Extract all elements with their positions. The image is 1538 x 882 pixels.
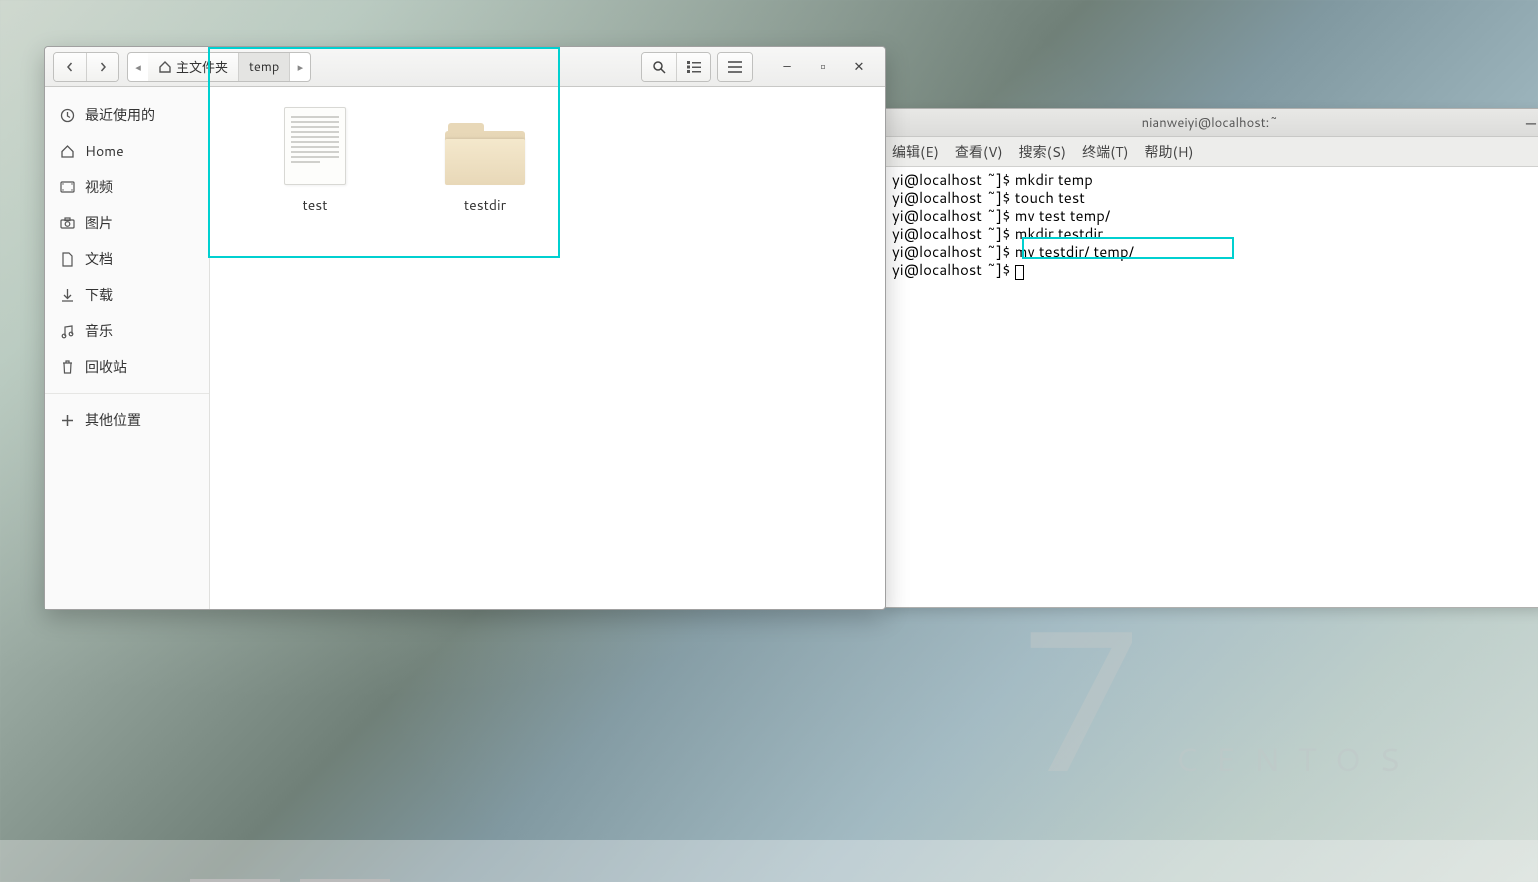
minimize-icon[interactable]: – (1526, 110, 1536, 136)
sidebar-item-trash[interactable]: 回收站 (45, 349, 209, 385)
terminal-titlebar[interactable]: nianweiyi@localhost:~ – (886, 109, 1538, 137)
menu-view[interactable]: 查看(V) (955, 142, 1003, 162)
sidebar-item-pictures[interactable]: 图片 (45, 205, 209, 241)
hamburger-button[interactable] (718, 53, 752, 81)
file-item-label: test (302, 195, 327, 215)
minimize-button[interactable]: – (769, 53, 805, 81)
file-manager-window[interactable]: ◂ 主文件夹 temp ▸ (44, 46, 886, 610)
file-item-test[interactable]: test (260, 107, 370, 215)
chevron-left-icon[interactable]: ◂ (128, 59, 148, 75)
sidebar-item-videos[interactable]: 视频 (45, 169, 209, 205)
sidebar-label: 图片 (85, 213, 113, 233)
sidebar-label: 下载 (85, 285, 113, 305)
breadcrumb-current-label: temp (249, 58, 279, 76)
sidebar-label: 最近使用的 (85, 105, 155, 125)
menu-help[interactable]: 帮助(H) (1145, 142, 1194, 162)
forward-button[interactable] (86, 53, 118, 81)
search-icon (652, 60, 666, 74)
download-icon (59, 287, 75, 303)
close-icon: ✕ (854, 58, 865, 76)
terminal-title: nianweiyi@localhost:~ (894, 114, 1526, 132)
list-view-icon (687, 61, 701, 73)
minimize-icon: – (783, 58, 790, 76)
terminal-menubar: 编辑(E) 查看(V) 搜索(S) 终端(T) 帮助(H) (886, 137, 1538, 167)
sidebar-label: 音乐 (85, 321, 113, 341)
view-toggle-button[interactable] (676, 53, 710, 81)
breadcrumb-current[interactable]: temp (239, 53, 290, 81)
document-icon (59, 251, 75, 267)
terminal-body[interactable]: yi@localhost ~]$ mkdir temp yi@localhost… (886, 167, 1538, 607)
close-button[interactable]: ✕ (841, 53, 877, 81)
camera-icon (59, 215, 75, 231)
hamburger-icon (728, 61, 742, 73)
sidebar-label: 其他位置 (85, 410, 141, 430)
sidebar: 最近使用的 Home 视频 图片 文档 下载 (45, 87, 210, 609)
menu-terminal[interactable]: 终端(T) (1082, 142, 1128, 162)
nav-group (53, 52, 119, 82)
os-version: 7 (1018, 615, 1145, 775)
folder-icon (445, 121, 525, 185)
chevron-right-icon[interactable]: ▸ (290, 59, 310, 75)
maximize-button[interactable]: ▫ (805, 53, 841, 81)
file-manager-content[interactable]: test testdir (210, 87, 885, 609)
file-manager-toolbar: ◂ 主文件夹 temp ▸ (45, 47, 885, 87)
trash-icon (59, 359, 75, 375)
centos-logo: 7 CENTOS (1018, 615, 1418, 782)
back-button[interactable] (54, 53, 86, 81)
folder-item-label: testdir (464, 195, 506, 215)
terminal-window[interactable]: nianweiyi@localhost:~ – 编辑(E) 查看(V) 搜索(S… (885, 108, 1538, 608)
term-line: yi@localhost ~]$ (892, 259, 1024, 280)
search-button[interactable] (642, 53, 676, 81)
menu-search[interactable]: 搜索(S) (1019, 142, 1066, 162)
breadcrumb: ◂ 主文件夹 temp ▸ (127, 52, 311, 82)
sidebar-item-home[interactable]: Home (45, 133, 209, 169)
maximize-icon: ▫ (816, 57, 829, 77)
plus-icon (59, 412, 75, 428)
terminal-cursor (1015, 265, 1024, 280)
chevron-right-icon (98, 62, 108, 72)
sidebar-item-recent[interactable]: 最近使用的 (45, 97, 209, 133)
video-icon (59, 179, 75, 195)
sidebar-label: 视频 (85, 177, 113, 197)
breadcrumb-home-label: 主文件夹 (176, 57, 228, 77)
home-icon (59, 143, 75, 159)
chevron-left-icon (65, 62, 75, 72)
sidebar-item-other[interactable]: 其他位置 (45, 402, 209, 438)
sidebar-item-downloads[interactable]: 下载 (45, 277, 209, 313)
sidebar-item-documents[interactable]: 文档 (45, 241, 209, 277)
sidebar-label: 文档 (85, 249, 113, 269)
menu-edit[interactable]: 编辑(E) (892, 142, 939, 162)
home-icon (158, 60, 172, 74)
text-file-icon (284, 107, 346, 185)
sidebar-label: 回收站 (85, 357, 127, 377)
sidebar-label: Home (85, 141, 124, 161)
music-icon (59, 323, 75, 339)
clock-icon (59, 107, 75, 123)
separator (45, 393, 209, 394)
sidebar-item-music[interactable]: 音乐 (45, 313, 209, 349)
breadcrumb-home[interactable]: 主文件夹 (148, 53, 239, 81)
os-label: CENTOS (1175, 737, 1418, 782)
taskbar[interactable] (0, 840, 1538, 882)
folder-item-testdir[interactable]: testdir (430, 107, 540, 215)
